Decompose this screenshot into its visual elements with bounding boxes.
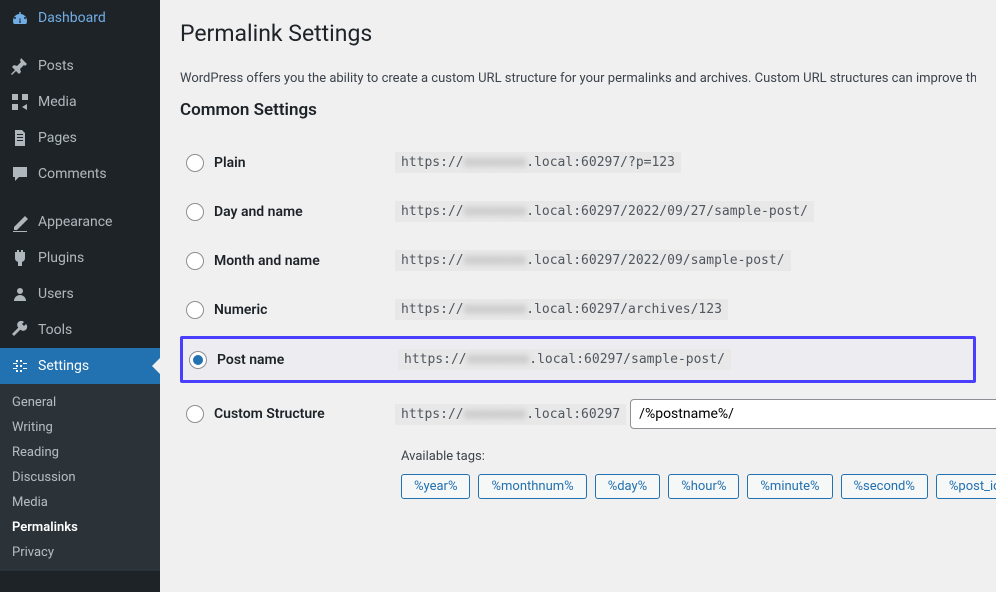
sidebar-item-label: Posts xyxy=(38,58,74,74)
users-icon xyxy=(10,284,30,304)
sidebar-item-plugins[interactable]: Plugins xyxy=(0,240,160,276)
pin-icon xyxy=(10,56,30,76)
option-label: Post name xyxy=(217,352,284,368)
submenu-reading[interactable]: Reading xyxy=(0,440,160,465)
url-example: https://xxxxxxxx.local:60297/sample-post… xyxy=(398,349,731,370)
option-label: Day and name xyxy=(214,204,303,220)
comments-icon xyxy=(10,164,30,184)
sidebar-item-label: Tools xyxy=(38,322,72,338)
option-post-name: Post name https://xxxxxxxx.local:60297/s… xyxy=(180,336,976,383)
sidebar-item-media[interactable]: Media xyxy=(0,84,160,120)
media-icon xyxy=(10,92,30,112)
sidebar-item-label: Comments xyxy=(38,166,107,182)
sidebar-item-pages[interactable]: Pages xyxy=(0,120,160,156)
sidebar-item-label: Appearance xyxy=(38,214,112,230)
sidebar-item-label: Media xyxy=(38,94,77,110)
submenu-permalinks[interactable]: Permalinks xyxy=(0,515,160,540)
main-content: Permalink Settings WordPress offers you … xyxy=(160,0,996,592)
sidebar-item-settings[interactable]: Settings xyxy=(0,348,160,384)
option-label: Custom Structure xyxy=(214,406,325,422)
admin-sidebar: Dashboard Posts Media Pages Comments App… xyxy=(0,0,160,592)
option-month-and-name: Month and name https://xxxxxxxx.local:60… xyxy=(180,236,976,285)
sidebar-item-label: Plugins xyxy=(38,250,84,266)
url-example: https://xxxxxxxx.local:60297/?p=123 xyxy=(395,152,681,173)
radio-plain[interactable] xyxy=(186,154,204,172)
radio-day-name[interactable] xyxy=(186,203,204,221)
submenu-media[interactable]: Media xyxy=(0,490,160,515)
submenu-general[interactable]: General xyxy=(0,390,160,415)
sidebar-item-label: Dashboard xyxy=(38,10,106,26)
option-label: Month and name xyxy=(214,253,320,269)
option-custom-structure: Custom Structure https://xxxxxxxx.local:… xyxy=(180,385,976,443)
option-day-and-name: Day and name https://xxxxxxxx.local:6029… xyxy=(180,187,976,236)
tag-monthnum[interactable]: %monthnum% xyxy=(478,474,586,499)
settings-submenu: General Writing Reading Discussion Media… xyxy=(0,384,160,571)
tag-day[interactable]: %day% xyxy=(595,474,661,499)
radio-month-name[interactable] xyxy=(186,252,204,270)
page-description: WordPress offers you the ability to crea… xyxy=(180,69,976,89)
appearance-icon xyxy=(10,212,30,232)
section-heading: Common Settings xyxy=(180,100,976,120)
tag-year[interactable]: %year% xyxy=(401,474,470,499)
page-title: Permalink Settings xyxy=(180,10,976,53)
tag-postid[interactable]: %post_id% xyxy=(936,474,996,499)
dashboard-icon xyxy=(10,8,30,28)
tags-label: Available tags: xyxy=(401,449,976,464)
sidebar-item-appearance[interactable]: Appearance xyxy=(0,204,160,240)
option-label: Numeric xyxy=(214,302,267,318)
plugins-icon xyxy=(10,248,30,268)
tag-second[interactable]: %second% xyxy=(841,474,928,499)
available-tags: Available tags: %year% %monthnum% %day% … xyxy=(401,449,976,499)
submenu-discussion[interactable]: Discussion xyxy=(0,465,160,490)
sidebar-item-users[interactable]: Users xyxy=(0,276,160,312)
custom-structure-input[interactable] xyxy=(630,399,996,429)
sidebar-item-comments[interactable]: Comments xyxy=(0,156,160,192)
submenu-privacy[interactable]: Privacy xyxy=(0,540,160,565)
submenu-writing[interactable]: Writing xyxy=(0,415,160,440)
sidebar-item-label: Settings xyxy=(38,358,89,374)
tools-icon xyxy=(10,320,30,340)
tag-minute[interactable]: %minute% xyxy=(747,474,832,499)
sidebar-item-tools[interactable]: Tools xyxy=(0,312,160,348)
sidebar-item-posts[interactable]: Posts xyxy=(0,48,160,84)
radio-numeric[interactable] xyxy=(186,301,204,319)
pages-icon xyxy=(10,128,30,148)
url-example: https://xxxxxxxx.local:60297/2022/09/sam… xyxy=(395,250,791,271)
tag-hour[interactable]: %hour% xyxy=(668,474,739,499)
sidebar-item-label: Users xyxy=(38,286,74,302)
settings-icon xyxy=(10,356,30,376)
option-numeric: Numeric https://xxxxxxxx.local:60297/arc… xyxy=(180,285,976,334)
radio-post-name[interactable] xyxy=(189,351,207,369)
radio-custom[interactable] xyxy=(186,405,204,423)
url-example: https://xxxxxxxx.local:60297/archives/12… xyxy=(395,299,728,320)
url-base: https://xxxxxxxx.local:60297 xyxy=(395,404,626,425)
sidebar-item-dashboard[interactable]: Dashboard xyxy=(0,0,160,36)
permalink-options: Plain https://xxxxxxxx.local:60297/?p=12… xyxy=(180,138,976,499)
sidebar-item-label: Pages xyxy=(38,130,77,146)
option-plain: Plain https://xxxxxxxx.local:60297/?p=12… xyxy=(180,138,976,187)
url-example: https://xxxxxxxx.local:60297/2022/09/27/… xyxy=(395,201,814,222)
option-label: Plain xyxy=(214,155,246,171)
